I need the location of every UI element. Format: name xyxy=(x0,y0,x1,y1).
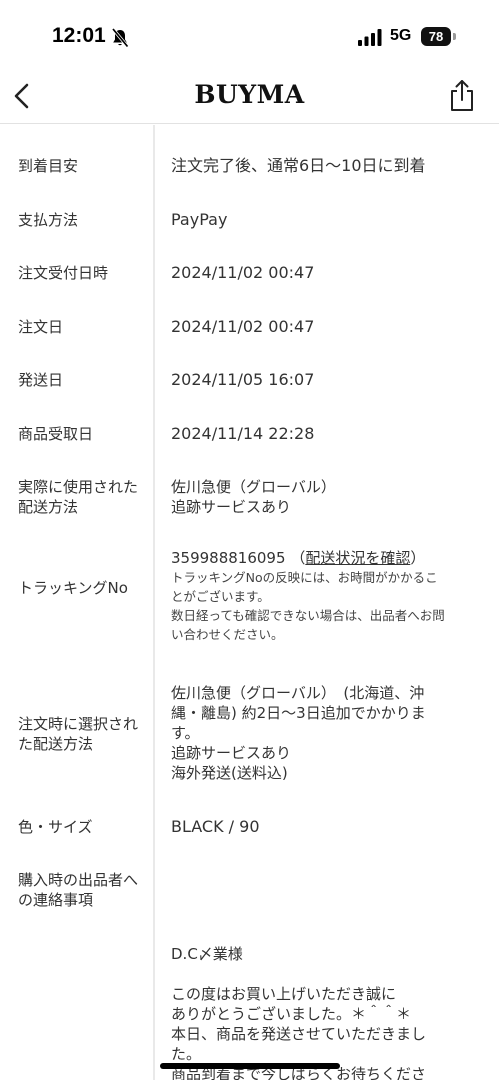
detail-label: 支払方法 xyxy=(18,211,79,229)
battery-tip xyxy=(453,33,456,40)
value-line: 海外発送(送料込) xyxy=(171,764,288,782)
share-icon[interactable] xyxy=(449,78,475,112)
battery-icon: 78 xyxy=(421,27,451,46)
home-indicator[interactable] xyxy=(160,1063,340,1069)
detail-value: 2024/11/02 00:47 xyxy=(171,263,315,282)
detail-value: PayPay xyxy=(171,210,228,229)
detail-value: 2024/11/05 16:07 xyxy=(171,370,315,389)
tracking-number: 359988816095 xyxy=(171,549,286,567)
tracking-note-line: とがございます。 xyxy=(171,589,270,604)
message-text: D.C〆業様 この度はお買い上げいただき誠に ありがとうございました。＊＾＾＊ … xyxy=(171,944,489,1080)
detail-value: 佐川急便（グローバル） (北海道、沖 縄・離島) 約2日〜3日追加でかかりま す… xyxy=(171,683,489,783)
status-time: 12:01 xyxy=(52,24,106,47)
detail-label: 実際に使用された配送方法 xyxy=(18,478,139,516)
detail-value: 359988816095 （配送状況を確認） トラッキングNoの反映には、お時間… xyxy=(171,548,489,644)
tracking-note-line: トラッキングNoの反映には、お時間がかかるこ xyxy=(171,570,438,585)
tracking-paren-close: ） xyxy=(410,549,426,567)
detail-value: 2024/11/14 22:28 xyxy=(171,424,315,443)
detail-label: トラッキングNo xyxy=(18,579,128,597)
network-type: 5G xyxy=(390,27,412,44)
tracking-line: 359988816095 （配送状況を確認） xyxy=(171,548,489,568)
message-line: た。 xyxy=(171,1045,202,1063)
message-line: ありがとうございました。＊＾＾＊ xyxy=(171,1005,412,1023)
message-line: この度はお買い上げいただき誠に xyxy=(171,985,397,1003)
column-divider xyxy=(153,125,155,1080)
detail-label: 購入時の出品者への連絡事項 xyxy=(18,871,139,909)
battery-level: 78 xyxy=(428,29,444,44)
value-line: 縄・離島) 約2日〜3日追加でかかりま xyxy=(171,704,426,722)
detail-value: 2024/11/02 00:47 xyxy=(171,317,315,336)
detail-label: 色・サイズ xyxy=(18,818,93,836)
brand-logo: BUYMA xyxy=(194,80,305,109)
message-line xyxy=(171,964,489,984)
value-line: 追跡サービスあり xyxy=(171,498,292,516)
order-details: 到着目安 注文完了後、通常6日〜10日に到着 支払方法 PayPay 注文受付日… xyxy=(0,125,499,1080)
signal-icon xyxy=(358,29,382,46)
value-line: 追跡サービスあり xyxy=(171,744,292,762)
message-line: 本日、商品を発送させていただきまし xyxy=(171,1025,427,1043)
tracking-paren-open: （ xyxy=(290,549,306,567)
detail-label: 注文受付日時 xyxy=(18,264,109,282)
detail-label: 注文日 xyxy=(18,318,64,336)
detail-value: 注文完了後、通常6日〜10日に到着 xyxy=(171,156,426,175)
detail-value: 佐川急便（グローバル） 追跡サービスあり xyxy=(171,477,489,517)
message-line: D.C〆業様 xyxy=(171,945,243,963)
status-bar: 12:01 5G 78 xyxy=(0,0,499,76)
detail-label: 到着目安 xyxy=(18,157,79,175)
value-line: 佐川急便（グローバル） xyxy=(171,478,336,496)
tracking-note-line: 数日経っても確認できない場合は、出品者へお問 xyxy=(171,608,445,623)
detail-label: 発送日 xyxy=(18,371,64,389)
value-line: す。 xyxy=(171,724,200,742)
nav-bar: BUYMA xyxy=(0,76,499,124)
value-line: 佐川急便（グローバル） (北海道、沖 xyxy=(171,684,425,702)
detail-label: 商品受取日 xyxy=(18,425,94,443)
bell-off-icon xyxy=(111,28,129,48)
tracking-note-line: い合わせください。 xyxy=(171,627,284,642)
tracking-status-link[interactable]: 配送状況を確認 xyxy=(305,549,410,567)
detail-value: BLACK / 90 xyxy=(171,817,260,836)
detail-label: 注文時に選択された配送方法 xyxy=(18,715,139,753)
